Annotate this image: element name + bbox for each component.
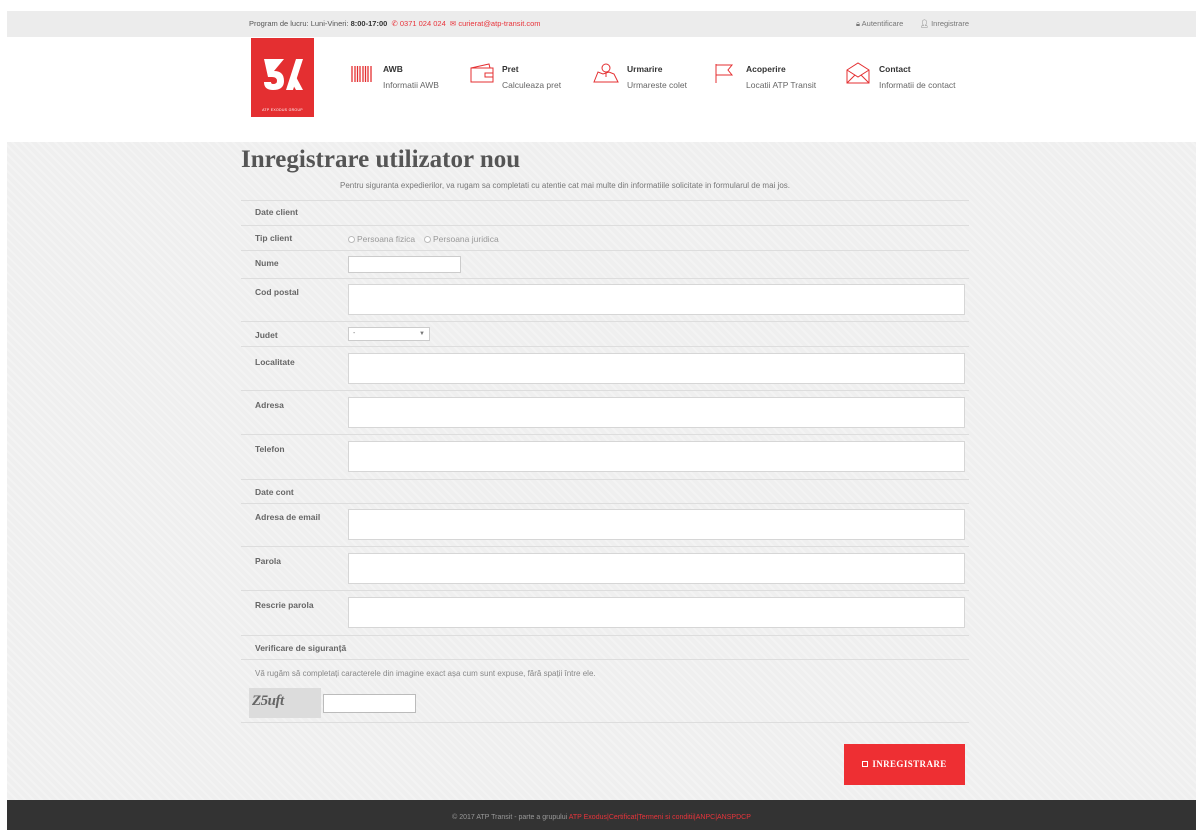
- divider: [241, 479, 969, 480]
- nav-acoperire-sub: Locatii ATP Transit: [746, 80, 817, 90]
- divider: [241, 503, 969, 504]
- top-bar: Program de lucru: Luni-Vineri: 8:00-17:0…: [7, 11, 1196, 37]
- divider: [241, 346, 969, 347]
- chevron-down-icon: ▼: [419, 331, 425, 337]
- email-input[interactable]: [348, 509, 965, 540]
- nume-label: Nume: [255, 258, 279, 268]
- nav-urmarire[interactable]: Urmarire Urmareste colet: [593, 59, 703, 99]
- flag-icon: [715, 64, 734, 83]
- section-client-heading: Date client: [255, 207, 298, 217]
- nav-pret-sub: Calculeaza pret: [502, 80, 562, 90]
- radio-persoana-juridica[interactable]: Persoana juridica: [424, 234, 499, 244]
- divider: [241, 278, 969, 279]
- verificare-heading: Verificare de siguranță: [255, 643, 347, 653]
- telefon-label: Telefon: [255, 444, 285, 454]
- footer-link-atp-exodus[interactable]: ATP Exodus: [569, 814, 607, 821]
- nav-urmarire-sub: Urmareste colet: [627, 80, 687, 90]
- captcha-image: Z5uft: [249, 688, 321, 718]
- cod-postal-label: Cod postal: [255, 287, 299, 297]
- register-button[interactable]: INREGISTRARE: [844, 744, 965, 785]
- page-intro: Pentru siguranta expedierilor, va rugam …: [340, 181, 790, 190]
- map-pin-icon: [593, 63, 619, 83]
- rescrie-parola-label: Rescrie parola: [255, 600, 314, 610]
- divider: [241, 434, 969, 435]
- footer-copyright: © 2017 ATP Transit - parte a grupului: [452, 814, 568, 821]
- header: ATP EXODUS GROUP AWB Informatii AWB Pret…: [7, 37, 1196, 142]
- phone-link[interactable]: 0371 024 024: [400, 19, 446, 28]
- localitate-input[interactable]: [348, 353, 965, 384]
- divider: [241, 321, 969, 322]
- nav-awb-title: AWB: [383, 64, 403, 74]
- judet-select[interactable]: - ▼: [348, 327, 430, 341]
- adresa-input[interactable]: [348, 397, 965, 428]
- contact-info: Program de lucru: Luni-Vineri: 8:00-17:0…: [249, 11, 541, 37]
- nav-awb-sub: Informatii AWB: [383, 80, 439, 90]
- nav-contact[interactable]: Contact Informatii de contact: [845, 59, 975, 99]
- radio-circle-icon: [424, 236, 431, 243]
- parola-label: Parola: [255, 556, 281, 566]
- rescrie-parola-input[interactable]: [348, 597, 965, 628]
- captcha-note: Vă rugăm să completați caracterele din i…: [255, 669, 596, 678]
- nav-contact-sub: Informatii de contact: [879, 80, 956, 90]
- nav-urmarire-title: Urmarire: [627, 64, 663, 74]
- nav-contact-title: Contact: [879, 64, 911, 74]
- divider: [241, 722, 969, 723]
- envelope-icon: [846, 62, 870, 84]
- checkbox-icon: [862, 761, 869, 767]
- divider: [241, 225, 969, 226]
- divider: [241, 390, 969, 391]
- user-icon: 👤︎: [919, 19, 929, 28]
- nume-input[interactable]: [348, 256, 461, 273]
- divider: [241, 635, 969, 636]
- barcode-icon: [351, 66, 372, 82]
- judet-selected-value: -: [353, 330, 356, 337]
- captcha-input[interactable]: [323, 694, 416, 713]
- nav-pret[interactable]: Pret Calculeaza pret: [469, 59, 579, 99]
- divider: [241, 659, 969, 660]
- divider: [241, 546, 969, 547]
- logo-tagline: ATP EXODUS GROUP: [262, 108, 303, 112]
- footer: © 2017 ATP Transit - parte a grupului AT…: [7, 800, 1196, 830]
- divider: [241, 590, 969, 591]
- adresa-label: Adresa: [255, 400, 284, 410]
- telefon-input[interactable]: [348, 441, 965, 472]
- nav-acoperire[interactable]: Acoperire Locatii ATP Transit: [712, 59, 832, 99]
- divider: [241, 250, 969, 251]
- nav-acoperire-title: Acoperire: [746, 64, 786, 74]
- email-link[interactable]: curierat@atp-transit.com: [458, 19, 540, 28]
- radio-circle-icon: [348, 236, 355, 243]
- mail-icon: ✉: [447, 19, 457, 28]
- page-title: Inregistrare utilizator nou: [241, 146, 521, 173]
- nav-pret-title: Pret: [502, 64, 519, 74]
- localitate-label: Localitate: [255, 357, 295, 367]
- register-link[interactable]: 👤︎ Inregistrare: [919, 19, 969, 28]
- cod-postal-input[interactable]: [348, 284, 965, 315]
- tip-client-label: Tip client: [255, 233, 293, 243]
- lock-icon: 🔒︎: [855, 19, 860, 28]
- hours-label: Program de lucru: Luni-Vineri:: [249, 19, 349, 28]
- nav-awb[interactable]: AWB Informatii AWB: [350, 59, 460, 99]
- radio-persoana-fizica[interactable]: Persoana fizica: [348, 234, 415, 244]
- divider: [241, 200, 969, 201]
- phone-icon: ✆: [389, 19, 398, 28]
- judet-label: Judet: [255, 330, 278, 340]
- parola-input[interactable]: [348, 553, 965, 584]
- footer-link-anspdcp[interactable]: ANSPDCP: [717, 814, 751, 821]
- logo-mark-icon: [264, 59, 303, 90]
- footer-link-certificat[interactable]: Certificat: [609, 814, 637, 821]
- footer-link-termeni[interactable]: Termeni si conditii: [638, 814, 694, 821]
- wallet-icon: [470, 63, 494, 83]
- login-link[interactable]: 🔒︎ Autentificare: [856, 19, 903, 28]
- footer-link-anpc[interactable]: ANPC: [696, 814, 715, 821]
- hours-value: 8:00-17:00: [350, 19, 388, 28]
- section-cont-heading: Date cont: [255, 487, 294, 497]
- email-label: Adresa de email: [255, 512, 321, 522]
- logo[interactable]: ATP EXODUS GROUP: [251, 38, 314, 117]
